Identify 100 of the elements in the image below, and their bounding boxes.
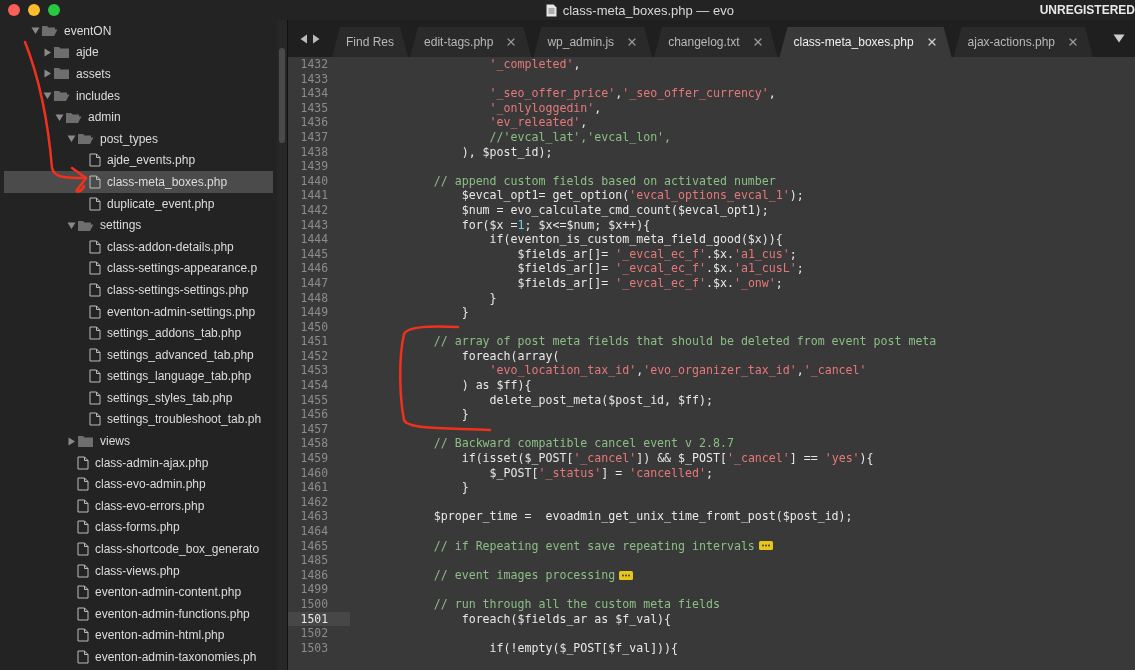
tree-item[interactable]: settings	[4, 214, 273, 236]
expanded-arrow-icon[interactable]	[42, 91, 52, 101]
editor-tab[interactable]: wp_admin.js	[533, 27, 653, 57]
open-folder-icon	[77, 132, 94, 146]
file-name: settings_styles_tab.php	[107, 390, 233, 405]
tree-item[interactable]: eventon-admin-taxonomies.ph	[4, 646, 273, 668]
fold-marker-icon[interactable]	[758, 541, 773, 551]
zoom-button[interactable]	[48, 4, 60, 16]
editor-tab[interactable]: Find Res	[332, 27, 409, 57]
file-icon	[89, 174, 101, 189]
tree-item[interactable]: settings_styles_tab.php	[4, 387, 273, 409]
folder-icon	[53, 45, 70, 59]
close-button[interactable]	[8, 4, 20, 16]
line-number: 1449	[299, 305, 329, 320]
tree-item[interactable]: class-evo-admin.php	[4, 473, 273, 496]
close-icon[interactable]	[1067, 36, 1079, 48]
tree-item[interactable]: settings_language_tab.php	[4, 365, 273, 388]
tree-item[interactable]: settings_advanced_tab.php	[4, 343, 273, 366]
editor-tab[interactable]: changelog.txt	[654, 27, 778, 57]
code-line: }	[460, 407, 469, 422]
tree-item[interactable]: settings_troubleshoot_tab.ph	[4, 408, 273, 431]
line-number: 1450	[299, 319, 329, 335]
minimize-button[interactable]	[28, 4, 40, 16]
tree-item[interactable]: eventon-admin-html.php	[4, 624, 273, 647]
folder-icon	[53, 67, 70, 81]
tree-item[interactable]: eventON	[4, 20, 273, 42]
collapsed-arrow-icon[interactable]	[42, 69, 52, 79]
file-icon	[89, 239, 101, 254]
line-number: 1462	[299, 494, 329, 510]
code-line: }	[488, 290, 497, 306]
file-name: settings_troubleshoot_tab.ph	[107, 412, 262, 427]
line-number: 1451	[299, 334, 329, 349]
tree-item[interactable]: views	[4, 430, 273, 452]
file-name: eventon-admin-content.php	[95, 585, 242, 600]
folder-name: admin	[88, 110, 121, 125]
tree-item[interactable]: post_types	[4, 127, 273, 150]
fold-marker-icon[interactable]	[619, 570, 634, 580]
expanded-arrow-icon[interactable]	[54, 112, 64, 122]
back-arrow-icon[interactable]	[300, 33, 308, 44]
collapsed-arrow-icon[interactable]	[42, 47, 52, 57]
file-icon	[89, 390, 101, 405]
tree-item[interactable]: class-settings-appearance.p	[4, 257, 273, 280]
tree-item[interactable]: assets	[4, 63, 273, 85]
file-name: eventon-admin-html.php	[95, 628, 225, 643]
collapsed-arrow-icon[interactable]	[66, 436, 76, 446]
line-number: 1502	[299, 626, 329, 641]
line-number: 1443	[299, 217, 329, 233]
line-number: 1459	[299, 451, 329, 466]
tree-item[interactable]: duplicate_event.php	[4, 192, 273, 215]
tree-item[interactable]: ajde	[4, 41, 273, 64]
tree-item[interactable]: class-views.php	[4, 559, 273, 582]
editor-tab[interactable]: ajax-actions.php	[953, 27, 1093, 57]
file-icon	[89, 153, 101, 168]
line-number: 1454	[299, 378, 329, 393]
expanded-arrow-icon[interactable]	[66, 134, 76, 144]
folder-name: includes	[76, 88, 121, 103]
tree-item[interactable]: ajde_events.php	[4, 149, 273, 172]
code-line: // append custom fields based on activated number	[432, 173, 776, 189]
line-number: 1457	[299, 421, 329, 437]
code-line: '_completed',	[488, 57, 581, 72]
tree-item[interactable]: includes	[4, 84, 273, 107]
file-icon	[77, 542, 89, 557]
code-line: $evcal_opt1= get_option('evcal_options_evcal_1');	[460, 188, 804, 203]
code-line: $_POST['_status'] = 'cancelled';	[488, 465, 713, 481]
tree-item[interactable]: class-evo-errors.php	[4, 495, 273, 517]
tree-item[interactable]: admin	[4, 106, 273, 128]
code-line: ), $post_id);	[460, 144, 553, 160]
file-icon	[77, 585, 89, 600]
line-number: 1436	[299, 115, 329, 130]
file-icon	[77, 477, 89, 492]
editor-tab[interactable]: edit-tags.php	[410, 27, 532, 57]
open-folder-icon	[41, 24, 58, 38]
editor-tab[interactable]: class-meta_boxes.php	[779, 27, 952, 57]
expanded-arrow-icon[interactable]	[66, 220, 76, 230]
tree-item[interactable]: eventon-admin-functions.php	[4, 603, 273, 625]
tree-item[interactable]: eventon-admin-settings.php	[4, 300, 273, 323]
tree-item[interactable]: class-shortcode_box_generato	[4, 538, 273, 560]
expanded-arrow-icon[interactable]	[30, 26, 40, 36]
forward-arrow-icon[interactable]	[312, 33, 320, 44]
tree-item[interactable]: class-admin-ajax.php	[4, 451, 273, 474]
line-number: 1463	[299, 509, 329, 524]
line-number: 1439	[299, 159, 329, 174]
tree-item[interactable]: class-forms.php	[4, 516, 273, 539]
tree-item[interactable]: class-meta_boxes.php	[4, 171, 273, 193]
code-line: $fields_ar[]= '_evcal_ec_f'.$x.'a1_cusL';	[516, 261, 804, 276]
code-line: $fields_ar[]= '_evcal_ec_f'.$x.'_onw';	[516, 275, 783, 291]
file-icon	[89, 412, 101, 427]
code-line: // if Repeating event save repeating intervals	[432, 538, 755, 554]
sidebar-scrollbar[interactable]	[277, 20, 287, 670]
tree-item[interactable]: settings_addons_tab.php	[4, 322, 273, 344]
tree-item[interactable]: class-addon-details.php	[4, 235, 273, 258]
tree-item[interactable]: eventon-admin-content.php	[4, 581, 273, 604]
tree-item[interactable]: class-settings-settings.php	[4, 279, 273, 301]
file-icon	[89, 304, 101, 319]
dropdown-arrow-icon[interactable]	[1113, 34, 1125, 43]
file-name: settings_advanced_tab.php	[107, 347, 254, 362]
code-line: // event images processing	[432, 567, 616, 583]
line-number: 1499	[299, 582, 329, 597]
document-icon	[545, 3, 557, 17]
file-name: class-addon-details.php	[107, 239, 234, 254]
